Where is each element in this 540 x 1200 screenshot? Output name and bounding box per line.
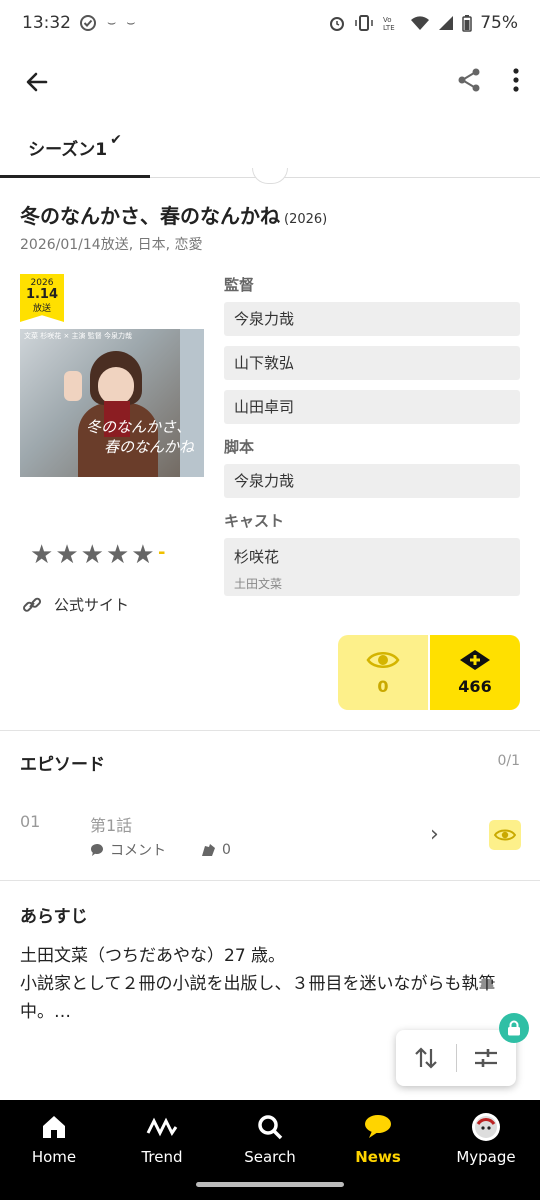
battery-icon	[462, 15, 472, 32]
comment-label: コメント	[110, 843, 166, 859]
nav-mypage[interactable]: Mypage	[432, 1112, 540, 1172]
episodes-count: 0/1	[497, 753, 520, 769]
star-icon: ★	[105, 540, 130, 570]
check-circle-icon	[80, 15, 96, 31]
status-time: 13:32	[22, 13, 71, 33]
trend-icon	[146, 1112, 178, 1142]
share-button[interactable]	[456, 67, 482, 97]
app-bar	[0, 50, 540, 114]
writer-chip[interactable]: 今泉力哉	[224, 464, 520, 498]
tab-label: シーズン1	[28, 140, 108, 160]
more-vert-icon	[513, 68, 519, 92]
search-icon	[256, 1112, 284, 1142]
nav-news[interactable]: News	[324, 1112, 432, 1172]
show-meta: 2026/01/14放送, 日本, 恋愛	[20, 237, 203, 253]
wifi-icon	[411, 16, 430, 30]
director-chip[interactable]: 山田卓司	[224, 390, 520, 424]
back-button[interactable]	[20, 65, 54, 99]
episode-watched-toggle[interactable]	[489, 820, 521, 850]
star-rating[interactable]: ★ ★ ★ ★ ★	[30, 540, 155, 570]
svg-text:Vo: Vo	[383, 16, 392, 24]
vibrate-icon	[355, 15, 373, 31]
news-icon	[363, 1112, 393, 1142]
sort-button[interactable]	[396, 1045, 456, 1071]
chevron-right-icon: ›	[430, 822, 439, 847]
sort-icon	[414, 1047, 437, 1069]
more-menu-button[interactable]	[512, 67, 520, 97]
official-site-link[interactable]: 公式サイト	[22, 594, 129, 615]
poster-image[interactable]: 文菜 杉咲花 × 主演 監督 今泉力哉 冬のなんかさ、 春のなんかね	[20, 329, 204, 477]
divider	[0, 880, 540, 881]
synopsis-heading: あらすじ	[20, 907, 88, 927]
lock-button[interactable]	[499, 1013, 529, 1043]
filter-sliders-icon	[475, 1049, 498, 1067]
comment-icon	[90, 843, 103, 856]
star-icon: ★	[131, 540, 155, 570]
rating-value: -	[158, 542, 166, 563]
writer-label: 脚本	[224, 438, 255, 456]
share-icon	[458, 68, 480, 92]
director-label: 監督	[224, 276, 255, 294]
like-count: 0	[222, 842, 231, 858]
signal-icon	[439, 16, 454, 30]
system-home-indicator[interactable]	[196, 1182, 344, 1187]
volte-icon: VoLTE	[383, 16, 395, 32]
cast-role: 土田文菜	[234, 577, 283, 591]
wishlist-count: 466	[458, 677, 492, 696]
checkmark-icon: ✔	[110, 131, 122, 148]
star-icon: ★	[80, 540, 104, 570]
eye-icon	[366, 652, 400, 668]
watched-button[interactable]: 0	[338, 635, 428, 710]
synopsis-text: 土田文菜（つちだあやな）27 歳。 小説家として２冊の小説を出版し、３冊目を迷い…	[20, 946, 496, 1022]
director-chip[interactable]: 山下敦弘	[224, 346, 520, 380]
show-title: 冬のなんかさ、春のなんかね (2026)	[20, 204, 328, 228]
filter-button[interactable]	[457, 1045, 517, 1071]
watched-count: 0	[377, 677, 389, 696]
status-bar: 13:32 ⌣ ⌣ Vo LTE 75%	[0, 0, 540, 46]
nav-trend[interactable]: Trend	[108, 1112, 216, 1172]
like-icon	[202, 844, 215, 856]
show-year: (2026)	[284, 212, 328, 227]
tab-notch	[252, 168, 288, 184]
star-icon: ★	[55, 540, 79, 570]
sort-filter-box	[396, 1030, 516, 1086]
avatar-icon	[471, 1112, 501, 1142]
notification-icon: ⌣	[126, 15, 136, 31]
director-chip[interactable]: 今泉力哉	[224, 302, 520, 336]
svg-text:LTE: LTE	[383, 24, 395, 32]
nav-search[interactable]: Search	[216, 1112, 324, 1172]
lock-icon	[508, 1020, 520, 1036]
cast-label: キャスト	[224, 512, 285, 530]
link-icon	[23, 597, 42, 612]
star-icon: ★	[30, 540, 54, 570]
episodes-heading: エピソード	[20, 755, 105, 775]
alarm-icon	[330, 17, 345, 31]
divider	[0, 730, 540, 731]
broadcast-date-badge: 2026 1.14 放送	[20, 274, 64, 322]
episode-title: 第1話	[90, 816, 133, 835]
wishlist-plus-icon	[460, 650, 490, 670]
episode-row[interactable]: 01 第1話 コメント 0 ›	[0, 800, 540, 870]
nav-home[interactable]: Home	[0, 1112, 108, 1172]
cast-chip[interactable]: 杉咲花 土田文菜	[224, 538, 520, 596]
arrow-left-icon	[26, 72, 48, 92]
credits: 監督 今泉力哉 山下敦弘 山田卓司 脚本 今泉力哉 キャスト 杉咲花 土田文菜	[224, 272, 520, 606]
eye-check-icon	[494, 829, 516, 841]
wishlist-button[interactable]: 466	[428, 635, 520, 710]
cast-actor: 杉咲花	[234, 548, 280, 566]
notification-icon: ⌣	[107, 15, 117, 31]
episode-number: 01	[20, 812, 41, 831]
home-icon	[40, 1112, 68, 1142]
watch-counters: 0 466	[338, 635, 520, 710]
battery-level: 75%	[480, 13, 518, 33]
tab-season-1[interactable]: シーズン1 ✔	[0, 120, 150, 178]
